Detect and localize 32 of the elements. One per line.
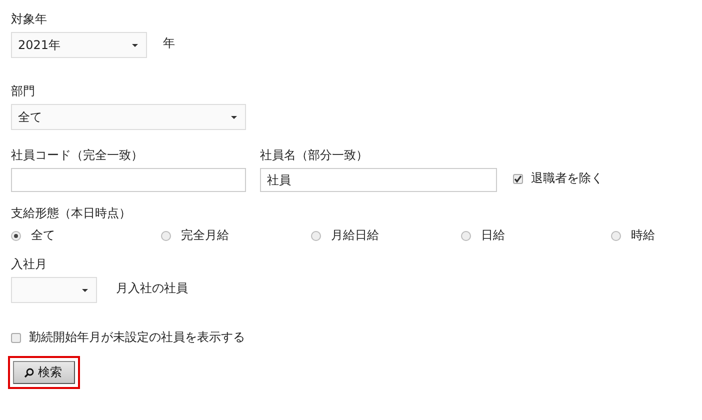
- field-label: 部門: [11, 84, 36, 100]
- field-label: 対象年: [11, 12, 48, 28]
- radio-label: 日給: [481, 227, 505, 244]
- month-select[interactable]: [11, 277, 97, 303]
- radio-button[interactable]: [161, 230, 171, 240]
- search-button[interactable]: 検索: [13, 361, 75, 384]
- radio-label: 全て: [31, 227, 55, 244]
- caret-icon: [231, 116, 237, 118]
- input-field[interactable]: [11, 168, 246, 192]
- radio-label: 完全月給: [181, 227, 229, 244]
- radio-button[interactable]: [611, 230, 621, 240]
- radio-label: 月給日給: [331, 227, 379, 244]
- input-field[interactable]: 社員: [260, 168, 497, 192]
- checkbox[interactable]: [11, 332, 21, 342]
- radio-button[interactable]: [461, 230, 471, 240]
- field-label: 社員コード（完全一致）: [11, 148, 144, 164]
- unit-label: 年: [163, 35, 175, 52]
- unit-label: 月入社の社員: [116, 280, 188, 297]
- field-label: 社員名（部分一致）: [260, 148, 369, 164]
- search-icon: [24, 368, 34, 378]
- department-select[interactable]: 全て: [11, 104, 246, 130]
- radio-button[interactable]: [11, 230, 21, 240]
- radio-label: 時給: [631, 227, 655, 244]
- checkbox-label: 退職者を除く: [531, 170, 603, 187]
- field-label: 支給形態（本日時点）: [11, 206, 132, 222]
- field-label: 入社月: [11, 257, 48, 273]
- caret-icon: [82, 288, 88, 292]
- checkbox-label: 勤続開始年月が未設定の社員を表示する: [29, 329, 245, 346]
- caret-icon: [132, 44, 138, 46]
- checkbox[interactable]: [513, 174, 523, 184]
- radio-button[interactable]: [311, 230, 321, 240]
- year-select[interactable]: 2021年: [11, 32, 147, 58]
